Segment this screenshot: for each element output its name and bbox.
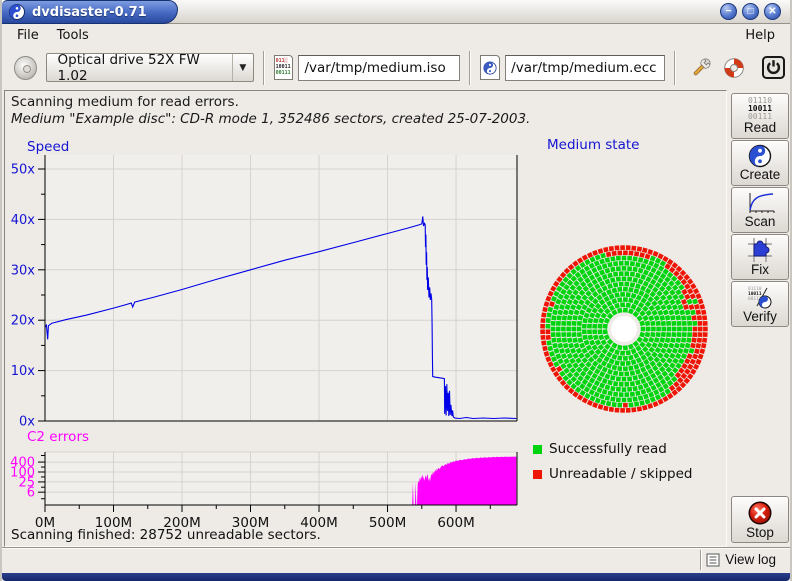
- puzzle-piece-icon: [747, 237, 773, 263]
- legend-label: Unreadable / skipped: [549, 466, 692, 482]
- close-button[interactable]: ✕: [764, 3, 781, 20]
- fix-button[interactable]: Fix: [731, 234, 789, 280]
- toolbar-separator: [263, 51, 265, 85]
- legend-item-read: Successfully read: [533, 441, 667, 457]
- window-bottom-border: [2, 573, 790, 581]
- stop-button[interactable]: Stop: [731, 496, 789, 543]
- stop-icon: [747, 500, 773, 526]
- medium-state-disc: [539, 244, 709, 414]
- log-icon: [706, 553, 720, 567]
- status-line-2: Medium "Example disc": CD-R mode 1, 3524…: [11, 111, 530, 127]
- svg-text:30x: 30x: [11, 263, 36, 278]
- chevron-down-icon[interactable]: ▼: [232, 54, 252, 81]
- wrench-icon: [690, 57, 712, 79]
- toolbar-separator: [674, 51, 676, 85]
- view-log-button[interactable]: View log: [702, 550, 780, 569]
- scan-result-text: Scanning finished: 28752 unreadable sect…: [11, 527, 321, 543]
- minimize-button[interactable]: −: [720, 3, 737, 20]
- window-title: dvdisaster-0.71: [32, 5, 147, 20]
- drive-selector-value: Optical drive 52X FW 1.02: [47, 52, 233, 84]
- svg-text:600M: 600M: [437, 515, 474, 531]
- menu-tools[interactable]: Tools: [48, 27, 98, 44]
- yinyang-icon: [748, 144, 772, 168]
- app-icon: [9, 4, 25, 20]
- verify-button[interactable]: 01110 10011 00111 Verify: [731, 281, 789, 327]
- legend-label: Successfully read: [549, 441, 667, 457]
- red-swatch-icon: [533, 470, 542, 479]
- preferences-button[interactable]: [689, 54, 713, 82]
- ecc-yinyang-icon: [483, 61, 497, 75]
- svg-text:500M: 500M: [369, 515, 406, 531]
- maximize-button[interactable]: □: [742, 3, 759, 20]
- ecc-file-icon: [480, 55, 500, 80]
- iso-path-input[interactable]: [298, 55, 460, 81]
- scan-button[interactable]: Scan: [731, 187, 789, 233]
- svg-text:50x: 50x: [11, 163, 36, 178]
- optical-disc-icon: [14, 56, 37, 80]
- svg-text:40x: 40x: [11, 213, 36, 228]
- power-icon: [762, 56, 785, 79]
- titlebar-tab[interactable]: dvdisaster-0.71: [2, 0, 178, 24]
- svg-text:10x: 10x: [11, 364, 36, 379]
- menu-file[interactable]: File: [8, 27, 48, 44]
- status-line-1: Scanning medium for read errors.: [11, 94, 239, 110]
- toolbar-separator: [469, 51, 471, 85]
- toolbar: Optical drive 52X FW 1.02 ▼ 011░10011001…: [2, 46, 790, 89]
- read-button[interactable]: 01110 10011 00111 Read: [731, 93, 789, 139]
- iso-file-icon: 011░1001100111: [274, 55, 294, 80]
- create-button[interactable]: Create: [731, 140, 789, 186]
- ecc-path-input[interactable]: [505, 55, 665, 81]
- scan-curve-icon: [745, 191, 775, 215]
- quit-button[interactable]: [762, 54, 786, 82]
- svg-text:20x: 20x: [11, 314, 36, 329]
- legend-item-unreadable: Unreadable / skipped: [533, 466, 692, 482]
- svg-text:0x: 0x: [19, 415, 35, 430]
- lifebuoy-icon: [723, 57, 745, 79]
- titlebar[interactable]: dvdisaster-0.71 − □ ✕: [2, 0, 790, 24]
- drive-selector[interactable]: Optical drive 52X FW 1.02 ▼: [46, 53, 254, 82]
- green-swatch-icon: [533, 445, 542, 454]
- menu-help[interactable]: Help: [736, 27, 784, 44]
- help-button[interactable]: [721, 54, 745, 82]
- verify-icon: 01110 10011 00111: [746, 284, 774, 310]
- menubar: File Tools Help: [2, 25, 790, 46]
- statusbar: [2, 547, 790, 573]
- app-window: dvdisaster-0.71 − □ ✕ File Tools Help Op…: [0, 0, 792, 581]
- svg-text:400: 400: [10, 456, 35, 471]
